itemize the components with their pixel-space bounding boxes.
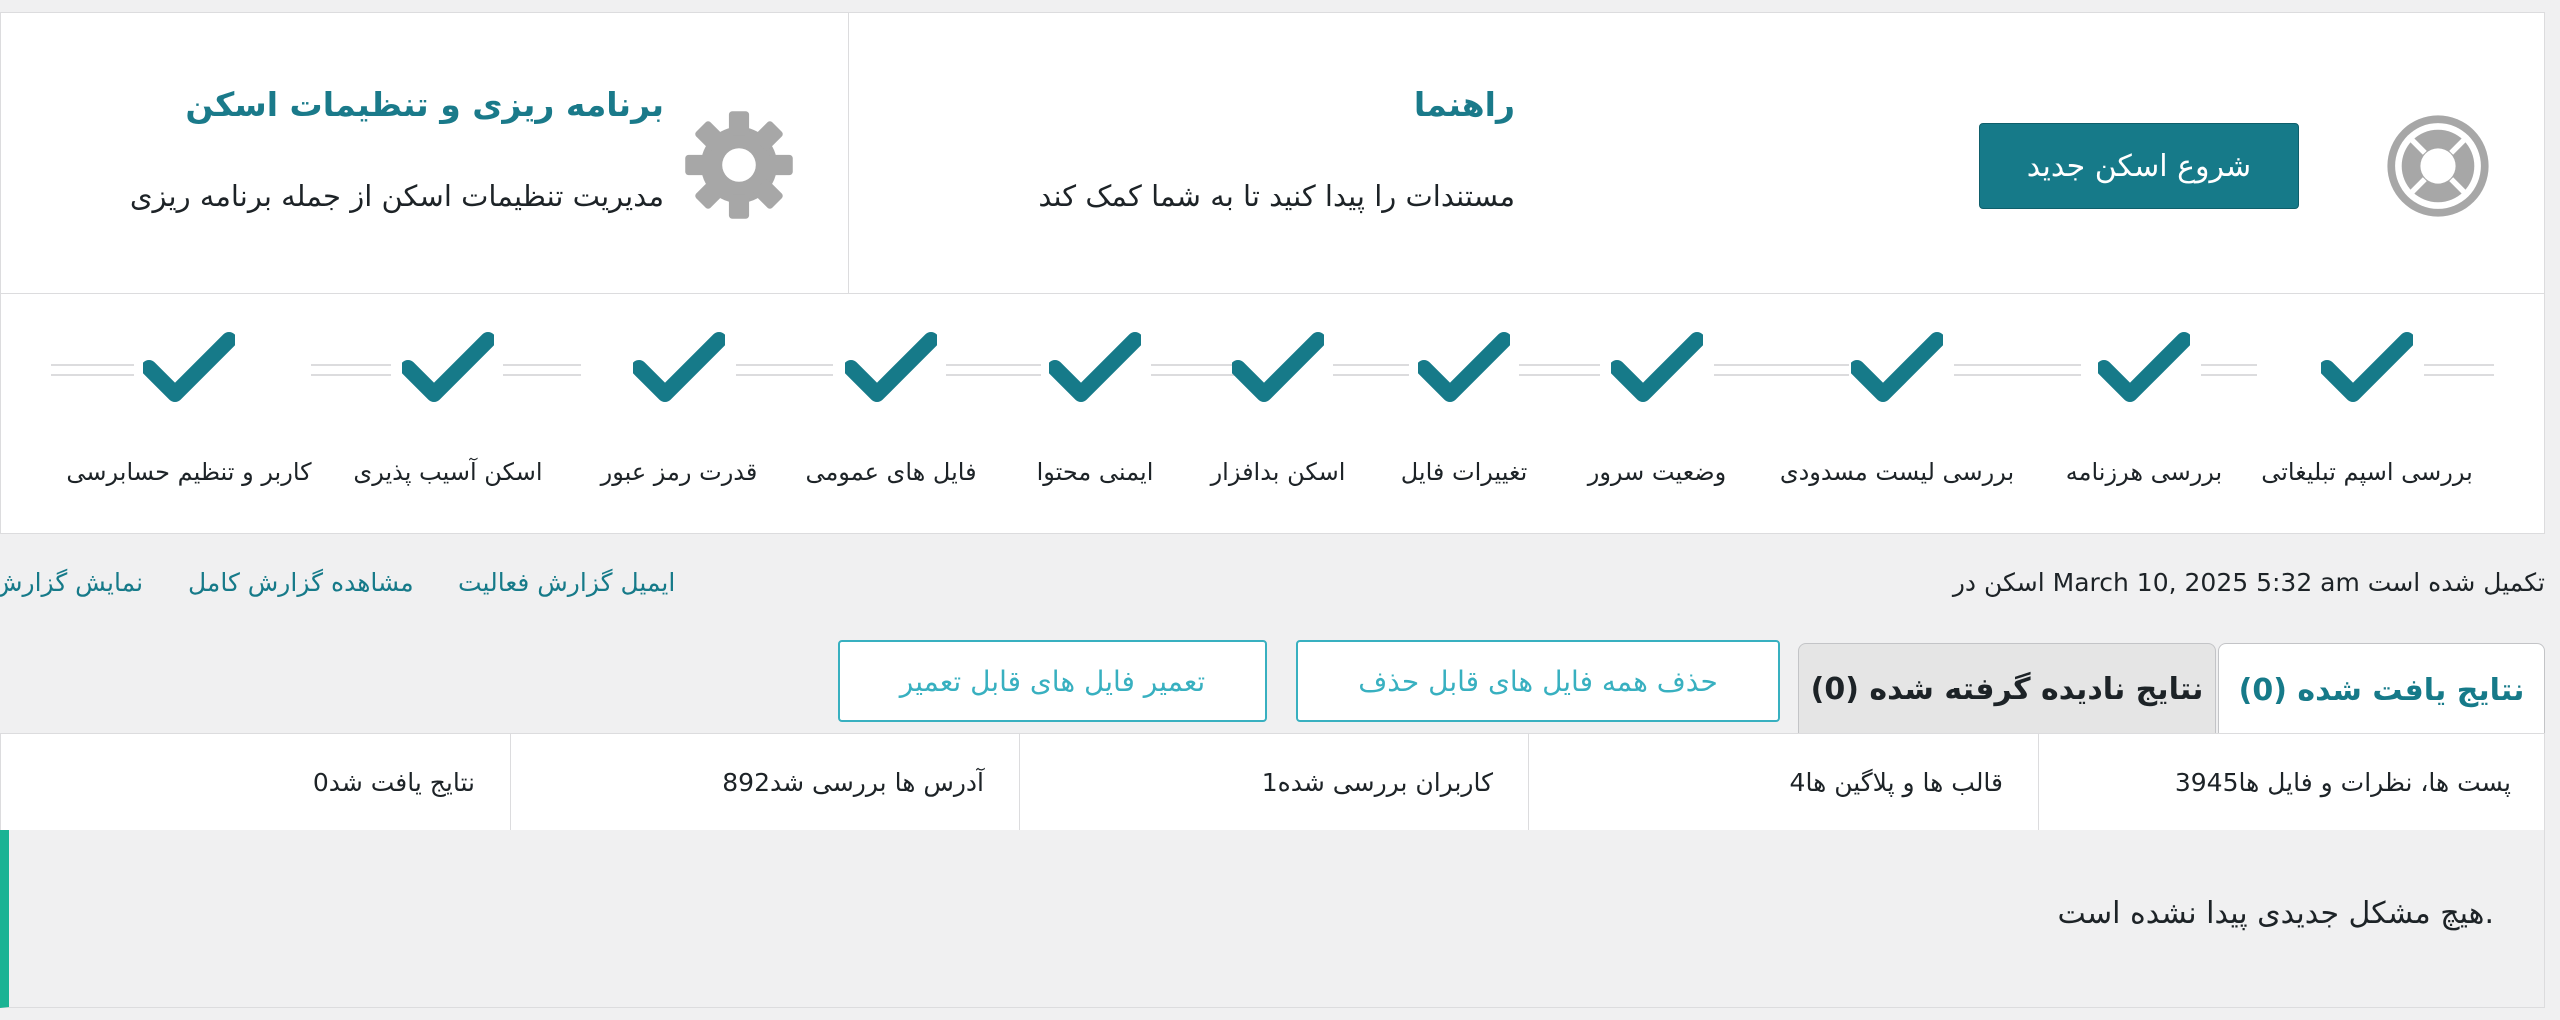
checkmark-icon bbox=[2098, 332, 2190, 402]
step-label: قدرت رمز عبور bbox=[600, 458, 758, 486]
stat-posts-comments-files: پست ها، نظرات و فایل ها3945 bbox=[2038, 734, 2546, 830]
start-new-scan-button[interactable]: شروع اسکن جدید bbox=[1979, 123, 2299, 209]
top-card-bar: برنامه ریزی و تنظیمات اسکن مدیریت تنظیما… bbox=[0, 12, 2545, 294]
step-connector-line bbox=[503, 364, 581, 376]
step-connector-line bbox=[2424, 364, 2494, 376]
step-connector-line bbox=[1333, 364, 1409, 376]
checkmark-icon bbox=[1418, 332, 1510, 402]
scan-page: برنامه ریزی و تنظیمات اسکن مدیریت تنظیما… bbox=[0, 0, 2560, 1020]
tab-found-results[interactable]: نتایج یافت شده (0) bbox=[2218, 643, 2545, 737]
delete-all-deletable-files-button[interactable]: حذف همه فایل های قابل حذف bbox=[1296, 640, 1780, 722]
step-connector-line bbox=[1151, 364, 1241, 376]
schedule-card[interactable]: برنامه ریزی و تنظیمات اسکن مدیریت تنظیما… bbox=[1, 13, 849, 293]
checkmark-icon bbox=[1611, 332, 1703, 402]
scan-steps: بررسی اسپم تبلیغاتی بررسی هرزنامه بررسی لی… bbox=[0, 294, 2545, 534]
step-label: کاربر و تنظیم حسابرسی bbox=[66, 458, 312, 486]
scan-status-text: اسکن در March 10, 2025 5:32 am تکمیل شده… bbox=[1952, 568, 2545, 597]
step-connector-line bbox=[311, 364, 391, 376]
step-connector-line bbox=[1519, 364, 1600, 376]
lifebuoy-icon[interactable] bbox=[2383, 111, 2493, 221]
checkmark-icon bbox=[633, 332, 725, 402]
step-label: وضعیت سرور bbox=[1587, 458, 1727, 486]
help-card[interactable]: راهنما مستندات را پیدا کنید تا به شما کم… bbox=[849, 13, 2489, 293]
step-label: اسکن آسیب پذیری bbox=[353, 458, 543, 486]
checkmark-icon bbox=[2321, 332, 2413, 402]
checkmark-icon bbox=[1049, 332, 1141, 402]
schedule-description: مدیریت تنظیمات اسکن از جمله برنامه ریزی bbox=[129, 179, 664, 213]
help-title[interactable]: راهنما bbox=[1414, 85, 1515, 124]
show-log-link[interactable]: نمایش گزارش bbox=[0, 568, 143, 597]
step-label: اسکن بدافزار bbox=[1210, 458, 1346, 486]
checkmark-icon bbox=[143, 332, 235, 402]
step-connector-line bbox=[946, 364, 1041, 376]
step-connector-line bbox=[51, 364, 134, 376]
step-label: بررسی لیست مسدودی bbox=[1779, 458, 2015, 486]
step-label: ایمنی محتوا bbox=[1036, 458, 1154, 486]
checkmark-icon bbox=[1232, 332, 1324, 402]
stat-users-checked: کاربران بررسی شده1 bbox=[1019, 734, 1528, 830]
help-description: مستندات را پیدا کنید تا به شما کمک کند bbox=[1038, 179, 1515, 213]
repair-all-repairable-files-button[interactable]: تعمیر فایل های قابل تعمیر bbox=[838, 640, 1267, 722]
step-label: بررسی هرزنامه bbox=[2065, 458, 2223, 486]
checkmark-icon bbox=[402, 332, 494, 402]
schedule-title[interactable]: برنامه ریزی و تنظیمات اسکن bbox=[185, 85, 664, 124]
no-issues-message: هیچ مشکل جدیدی پیدا نشده است. bbox=[2057, 896, 2494, 931]
results-panel: هیچ مشکل جدیدی پیدا نشده است. bbox=[0, 830, 2545, 1008]
checkmark-icon bbox=[1851, 332, 1943, 402]
step-connector-line bbox=[736, 364, 833, 376]
view-full-log-link[interactable]: مشاهده گزارش کامل bbox=[188, 568, 414, 597]
step-connector-line bbox=[2201, 364, 2257, 376]
tab-ignored-results[interactable]: نتایج نادیده گرفته شده (0) bbox=[1798, 643, 2216, 735]
stat-urls-checked: آدرس ها بررسی شد892 bbox=[510, 734, 1019, 830]
stat-results-found: نتایج یافت شد0 bbox=[312, 767, 475, 797]
step-connector-line bbox=[1954, 364, 2081, 376]
step-label: فایل های عمومی bbox=[805, 458, 977, 486]
checkmark-icon bbox=[845, 332, 937, 402]
stat-themes-plugins: قالب ها و پلاگین ها4 bbox=[1528, 734, 2038, 830]
step-connector-line bbox=[1714, 364, 1849, 376]
step-label: بررسی اسپم تبلیغاتی bbox=[2261, 458, 2473, 486]
gear-icon[interactable] bbox=[683, 109, 795, 221]
step-label: تغییرات فایل bbox=[1400, 458, 1528, 486]
email-activity-log-link[interactable]: ایمیل گزارش فعالیت bbox=[458, 568, 675, 597]
scan-stats-table: پست ها، نظرات و فایل ها3945 قالب ها و پل… bbox=[0, 733, 2545, 831]
